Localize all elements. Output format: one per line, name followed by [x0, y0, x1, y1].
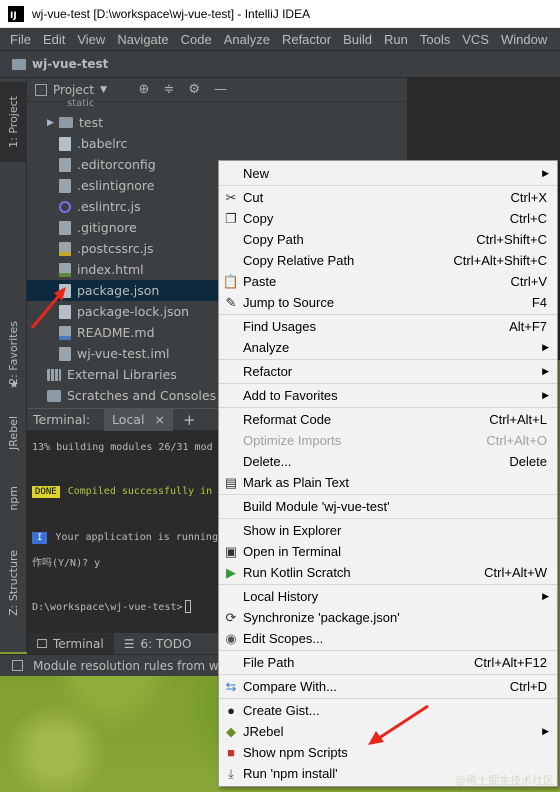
- annotation-arrow-package-json: [30, 287, 66, 329]
- annotation-arrow-npm-scripts: [368, 704, 429, 745]
- annotation-overlay: [30, 287, 429, 745]
- watermark: @稀土掘金技术社区: [455, 774, 554, 787]
